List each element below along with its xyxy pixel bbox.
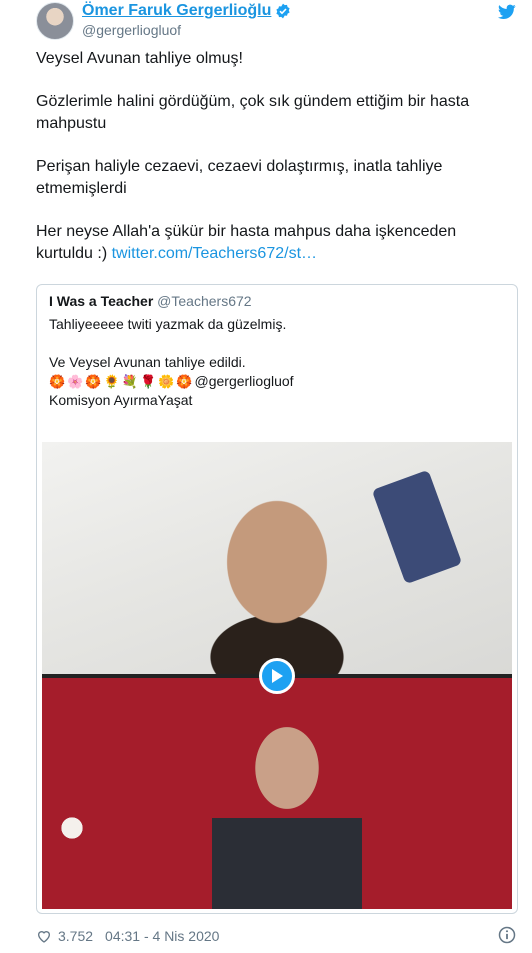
cherry-blossom-emoji: 🌸 (67, 374, 84, 389)
tweet-footer: 3.752 04:31 - 4 Nis 2020 (36, 928, 219, 944)
quoted-tweet-card[interactable]: I Was a Teacher @Teachers672 Tahliyeeeee… (36, 284, 518, 914)
tweet-text: Veysel Avunan tahliye olmuş! Gözlerimle … (36, 48, 506, 286)
quoted-tweet-header: I Was a Teacher @Teachers672 (49, 293, 252, 309)
rose-emoji: 🌹 (139, 374, 157, 389)
flower-emoji: 🏵️ (85, 374, 102, 389)
speaker-figure (212, 698, 362, 909)
quoted-emoji-row: 🏵️ 🌸 🏵️ 🌻 💐 🌹 🌼 🏵️ @gergerliogluof (49, 372, 499, 391)
quoted-author-name[interactable]: I Was a Teacher (49, 293, 153, 309)
quoted-tweet-text: Tahliyeeeee twiti yazmak da güzelmiş. Ve… (49, 315, 499, 410)
play-button[interactable] (259, 658, 295, 694)
quoted-author-handle[interactable]: @Teachers672 (157, 293, 251, 309)
tweet-paragraph: Perişan haliyle cezaevi, cezaevi dolaştı… (36, 158, 443, 197)
heart-icon[interactable] (36, 928, 52, 944)
quoted-blank-line (49, 334, 499, 353)
author-display-name[interactable]: Ömer Faruk Gergerlioğlu (82, 2, 271, 20)
quoted-line: Komisyon AyırmaYaşat (49, 392, 193, 408)
tweet-timestamp[interactable]: 04:31 - 4 Nis 2020 (105, 928, 219, 944)
author-name-row: Ömer Faruk Gergerlioğlu (82, 2, 291, 20)
author-handle[interactable]: @gergerliogluof (82, 22, 181, 38)
tweet-paragraph: Gözlerimle halini gördüğüm, çok sık günd… (36, 93, 470, 132)
sunflower-emoji: 🌻 (103, 374, 120, 389)
info-icon[interactable] (498, 926, 516, 944)
like-count: 3.752 (58, 928, 94, 944)
flower-emoji: 🏵️ (176, 374, 193, 389)
blossom-emoji: 🌼 (158, 374, 175, 389)
tweet-paragraph-last: Her neyse Allah'a şükür bir hasta mahpus… (36, 221, 506, 265)
play-icon (272, 669, 283, 683)
avatar[interactable] (36, 2, 74, 40)
twitter-bird-icon[interactable] (498, 4, 516, 20)
bouquet-emoji: 💐 (121, 374, 138, 389)
tweet-header: Ömer Faruk Gergerlioğlu @gergerliogluof (0, 0, 532, 44)
quoted-line: Ve Veysel Avunan tahliye edildi. (49, 354, 246, 370)
parliament-photo (42, 678, 512, 909)
video-thumbnail[interactable] (42, 442, 512, 909)
quoted-mention-link[interactable]: @gergerliogluof (195, 372, 294, 391)
tweet-link[interactable]: twitter.com/Teachers672/st… (112, 245, 317, 262)
bed-control-panel (371, 469, 463, 585)
hospital-photo (42, 442, 512, 674)
tweet-paragraph: Veysel Avunan tahliye olmuş! (36, 50, 243, 67)
flower-emoji: 🏵️ (49, 374, 66, 389)
verified-badge-icon (276, 3, 290, 19)
quoted-line: Tahliyeeeee twiti yazmak da güzelmiş. (49, 316, 287, 332)
